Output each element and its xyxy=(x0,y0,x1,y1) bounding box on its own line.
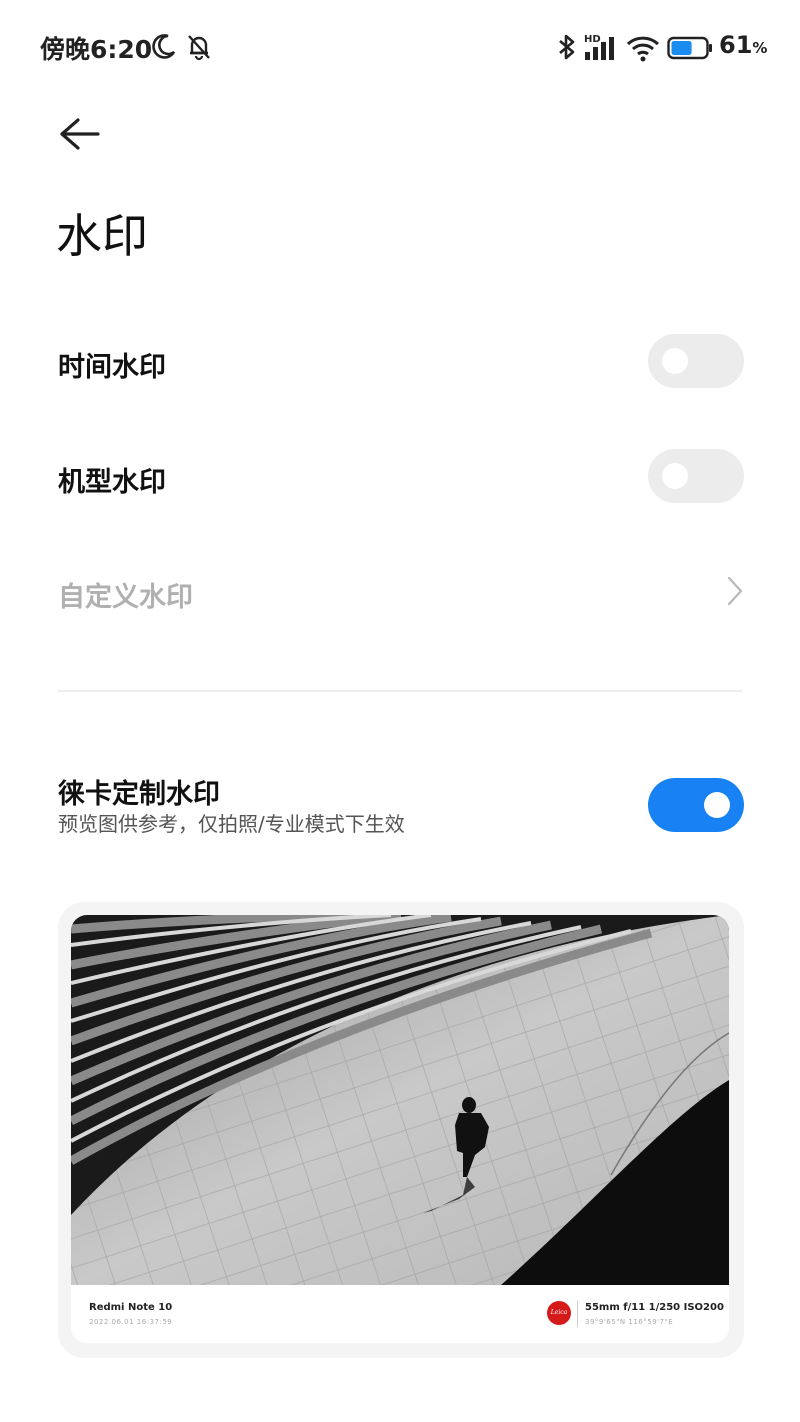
preview-model-name: Redmi Note 10 xyxy=(89,1302,173,1313)
toggle-knob xyxy=(704,792,730,818)
toggle-knob xyxy=(662,463,688,489)
wifi-icon xyxy=(626,36,660,62)
moon-icon xyxy=(152,34,176,59)
setting-row-time-watermark[interactable]: 时间水印 xyxy=(58,331,744,391)
leica-watermark-toggle[interactable] xyxy=(648,778,744,832)
setting-row-custom-watermark[interactable]: 自定义水印 xyxy=(58,561,744,621)
watermark-preview-card: Redmi Note 10 2022.06.01 16:37:59 Leica … xyxy=(58,902,744,1358)
watermark-separator xyxy=(577,1301,578,1327)
setting-row-model-watermark[interactable]: 机型水印 xyxy=(58,446,744,506)
leica-watermark-subtitle: 预览图供参考，仅拍照/专业模式下生效 xyxy=(58,812,405,836)
preview-datetime: 2022.06.01 16:37:59 xyxy=(89,1318,173,1326)
setting-row-leica-watermark[interactable]: 徕卡定制水印 预览图供参考，仅拍照/专业模式下生效 xyxy=(58,758,744,848)
battery-percent: 61% xyxy=(719,31,767,59)
toggle-knob xyxy=(662,348,688,374)
watermark-bar: Redmi Note 10 2022.06.01 16:37:59 Leica … xyxy=(71,1285,729,1343)
custom-watermark-label: 自定义水印 xyxy=(58,582,193,613)
chevron-right-icon xyxy=(727,576,743,606)
back-arrow-icon[interactable] xyxy=(54,114,102,154)
watermark-preview: Redmi Note 10 2022.06.01 16:37:59 Leica … xyxy=(71,915,729,1343)
battery-percent-unit: % xyxy=(752,39,768,57)
section-divider xyxy=(58,690,742,692)
page-title: 水印 xyxy=(56,209,148,263)
status-bar: 傍晚6:20 HD 61% xyxy=(0,0,800,96)
time-watermark-label: 时间水印 xyxy=(58,352,166,383)
model-watermark-toggle[interactable] xyxy=(648,449,744,503)
battery-icon xyxy=(667,36,712,60)
leica-watermark-label: 徕卡定制水印 xyxy=(58,779,220,810)
preview-camera-params: 55mm f/11 1/250 ISO200 xyxy=(585,1302,724,1313)
preview-gps: 39°9'65"N 116°59'7"E xyxy=(585,1318,674,1326)
battery-percent-value: 61 xyxy=(719,31,753,59)
model-watermark-label: 机型水印 xyxy=(58,467,166,498)
preview-photo xyxy=(71,915,729,1285)
time-watermark-toggle[interactable] xyxy=(648,334,744,388)
status-time: 傍晚6:20 xyxy=(40,35,153,64)
bell-off-icon xyxy=(188,35,210,61)
signal-icon xyxy=(585,37,614,60)
bluetooth-icon xyxy=(559,34,575,60)
leica-logo: Leica xyxy=(547,1301,571,1325)
